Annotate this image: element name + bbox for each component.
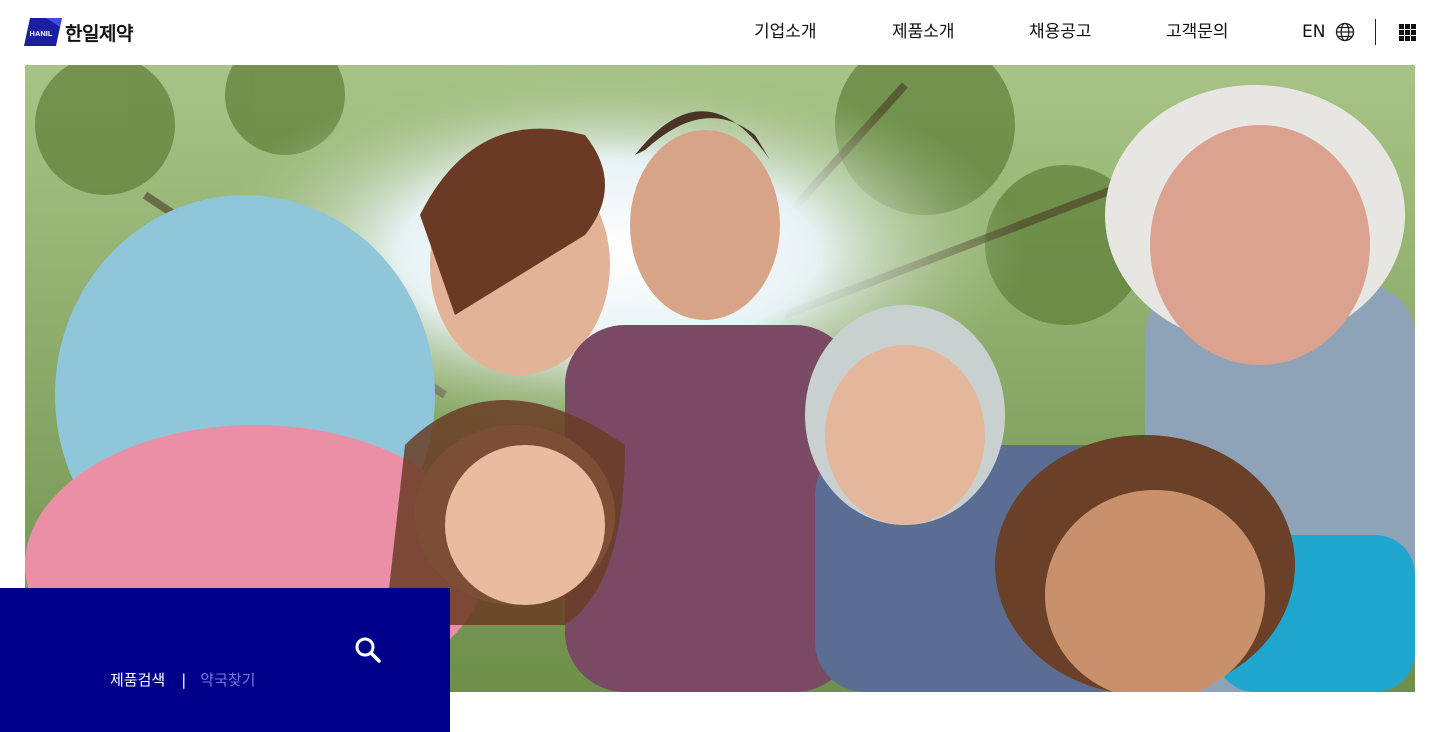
grid-menu-icon[interactable]	[1399, 24, 1416, 41]
site-header: HANIL 한일제약 기업소개 제품소개 채용공고 고객문의 EN	[0, 0, 1440, 65]
main-nav: 기업소개 제품소개 채용공고 고객문의	[754, 20, 1256, 44]
globe-icon	[1336, 22, 1355, 42]
search-tabs: 제품검색 | 약국찾기	[110, 669, 255, 691]
nav-item-company[interactable]: 기업소개	[754, 20, 892, 44]
logo-mark-text: HANIL	[30, 29, 53, 38]
nav-item-products[interactable]: 제품소개	[892, 20, 1029, 44]
hanil-logo-mark: HANIL	[24, 18, 62, 46]
nav-item-contact[interactable]: 고객문의	[1166, 20, 1256, 44]
tab-pharmacy-finder[interactable]: 약국찾기	[200, 669, 255, 691]
language-switch[interactable]: EN	[1302, 20, 1355, 44]
language-label: EN	[1302, 22, 1326, 42]
tab-separator: |	[181, 671, 187, 689]
tab-product-search[interactable]: 제품검색	[110, 669, 165, 691]
header-divider	[1375, 19, 1376, 45]
search-icon[interactable]	[352, 634, 384, 666]
brand-logo[interactable]: HANIL 한일제약	[24, 17, 133, 47]
nav-item-careers[interactable]: 채용공고	[1029, 20, 1166, 44]
brand-name: 한일제약	[65, 22, 133, 45]
